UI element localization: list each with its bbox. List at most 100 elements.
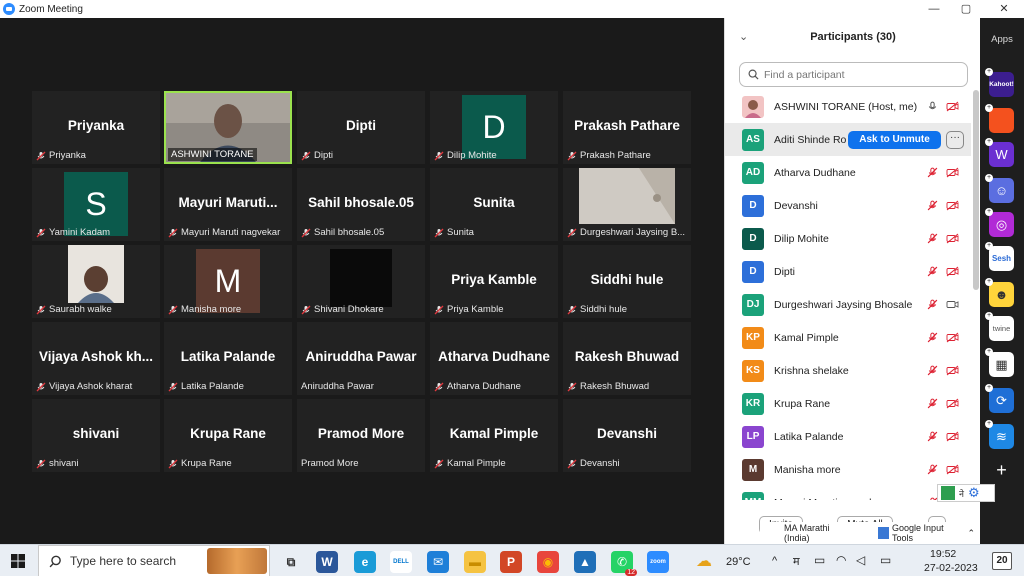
weather-icon[interactable]: ☁ <box>696 551 712 571</box>
video-off-icon[interactable] <box>946 398 959 409</box>
gear-icon[interactable]: ⚙ <box>968 485 980 501</box>
minimize-button[interactable]: — <box>916 0 952 18</box>
task-view-icon[interactable]: ⧉ <box>280 551 302 573</box>
video-tile[interactable]: shivani shivani <box>32 399 160 472</box>
clock-date[interactable]: 27-02-2023 <box>924 562 978 574</box>
participant-row[interactable]: KS Krishna shelake <box>725 354 971 387</box>
chrome-icon[interactable]: ◉ <box>537 551 559 573</box>
participant-row[interactable]: D Dilip Mohite <box>725 222 971 255</box>
video-off-icon[interactable] <box>946 464 959 475</box>
ask-to-unmute-button[interactable]: Ask to Unmute <box>848 130 941 149</box>
wifi-icon[interactable]: ◠ <box>836 553 846 567</box>
maximize-button[interactable]: ▢ <box>948 0 984 18</box>
script-char[interactable]: ने <box>959 487 964 500</box>
video-tile[interactable]: Sahil bhosale.05 Sahil bhosale.05 <box>297 168 425 241</box>
muted-mic-icon[interactable] <box>927 200 938 211</box>
video-tile[interactable]: Krupa Rane Krupa Rane <box>164 399 292 472</box>
smile-icon[interactable]: ☺ + <box>985 174 1014 203</box>
video-tile[interactable]: Shivani Dhokare <box>297 245 425 318</box>
mail-icon[interactable]: ✉ <box>427 551 449 573</box>
video-off-icon[interactable] <box>946 266 959 277</box>
mic-on-icon[interactable] <box>927 101 938 112</box>
muted-mic-icon[interactable] <box>927 365 938 376</box>
sesh-icon[interactable]: Sesh + <box>985 242 1014 271</box>
participant-row[interactable]: KP Kamal Pimple <box>725 321 971 354</box>
photos-icon[interactable]: ▲ <box>574 551 596 573</box>
whatsapp-icon[interactable]: ✆ 12 <box>611 551 637 576</box>
video-off-icon[interactable] <box>946 101 959 112</box>
wooclap-icon[interactable]: W + <box>985 138 1014 167</box>
zoom-taskbar-icon[interactable]: zoom <box>647 551 669 573</box>
video-off-icon[interactable] <box>946 431 959 442</box>
clock-time[interactable]: 19:52 <box>930 548 956 560</box>
video-tile[interactable]: Atharva Dudhane Atharva Dudhane <box>430 322 558 395</box>
muted-mic-icon[interactable] <box>927 431 938 442</box>
close-button[interactable]: ✕ <box>986 0 1022 18</box>
emoji-icon[interactable]: ☻ + <box>985 278 1014 307</box>
video-tile[interactable]: Devanshi Devanshi <box>563 399 691 472</box>
ime-indicator[interactable]: म <box>793 554 800 569</box>
muted-mic-icon[interactable] <box>927 167 938 178</box>
muted-mic-icon[interactable] <box>927 398 938 409</box>
video-tile[interactable]: Rakesh Bhuwad Rakesh Bhuwad <box>563 322 691 395</box>
video-on-icon[interactable] <box>946 299 959 310</box>
twine-icon[interactable]: twine + <box>985 312 1014 341</box>
notification-center-icon[interactable]: 20 <box>992 552 1012 570</box>
grid-app-icon[interactable]: ▦ + <box>985 348 1014 377</box>
video-tile[interactable]: Sunita Sunita <box>430 168 558 241</box>
muted-mic-icon[interactable] <box>927 233 938 244</box>
speaker-icon[interactable]: ◁ <box>856 553 865 567</box>
muted-mic-icon[interactable] <box>927 332 938 343</box>
video-tile[interactable]: Dipti Dipti <box>297 91 425 164</box>
participant-row[interactable]: D Dipti <box>725 255 971 288</box>
file-explorer-icon[interactable]: ▬ <box>464 551 486 573</box>
weather-temp[interactable]: 29°C <box>726 556 751 568</box>
muted-mic-icon[interactable] <box>927 266 938 277</box>
video-off-icon[interactable] <box>946 167 959 178</box>
radio-icon[interactable]: ◎ + <box>985 208 1014 237</box>
stack-icon[interactable]: ≋ + <box>985 420 1014 449</box>
chevron-icon[interactable]: ⌃ <box>967 528 975 539</box>
video-tile[interactable]: Pramod More Pramod More <box>297 399 425 472</box>
input-tool-label[interactable]: Google Input Tools <box>892 523 959 543</box>
participant-row[interactable]: LP Latika Palande <box>725 420 971 453</box>
edge-icon[interactable]: e <box>354 551 376 573</box>
video-off-icon[interactable] <box>946 233 959 244</box>
taskbar-search-box[interactable]: Type here to search <box>38 545 270 576</box>
video-tile[interactable]: Saurabh walke <box>32 245 160 318</box>
participant-row[interactable]: KR Krupa Rane <box>725 387 971 420</box>
participant-more-button[interactable]: ··· <box>946 130 964 149</box>
video-off-icon[interactable] <box>946 332 959 343</box>
caption-icon[interactable]: + <box>985 104 1014 133</box>
participant-row[interactable]: AS Aditi Shinde Ro Ask to Unmute ··· <box>725 123 971 156</box>
windows-start-icon[interactable] <box>11 554 25 568</box>
participant-search-input[interactable]: Find a participant <box>739 62 968 87</box>
dell-icon[interactable]: DELL <box>390 551 412 573</box>
kahoot-icon[interactable]: Kahoot! + <box>985 68 1014 97</box>
muted-mic-icon[interactable] <box>927 299 938 310</box>
participant-row[interactable]: MM Mayuri Maruti nagvekar <box>725 486 971 500</box>
video-tile[interactable]: Mayuri Maruti... Mayuri Maruti nagvekar <box>164 168 292 241</box>
video-off-icon[interactable] <box>946 200 959 211</box>
word-icon[interactable]: W <box>316 551 338 573</box>
video-tile[interactable]: Durgeshwari Jaysing B... <box>563 168 691 241</box>
participant-row[interactable]: M Manisha more <box>725 453 971 486</box>
show-hidden-icons[interactable]: ^ <box>772 555 777 567</box>
add-icon[interactable]: + <box>989 458 1014 483</box>
participant-row[interactable]: ASHWINI TORANE (Host, me) <box>725 90 971 123</box>
language-label[interactable]: MA Marathi (India) <box>784 523 850 543</box>
participant-row[interactable]: AD Atharva Dudhane <box>725 156 971 189</box>
input-tools-icon[interactable] <box>941 486 955 500</box>
video-tile[interactable]: Siddhi hule Siddhi hule <box>563 245 691 318</box>
video-tile[interactable]: Aniruddha Pawar Aniruddha Pawar <box>297 322 425 395</box>
video-tile[interactable]: Priya Kamble Priya Kamble <box>430 245 558 318</box>
video-tile[interactable]: Priyanka Priyanka <box>32 91 160 164</box>
video-tile[interactable]: ASHWINI TORANE <box>164 91 292 164</box>
powerpoint-icon[interactable]: P <box>500 551 522 573</box>
battery-icon[interactable]: ▭ <box>880 553 891 567</box>
video-tile[interactable]: S Yamini Kadam <box>32 168 160 241</box>
video-tile[interactable]: Prakash Pathare Prakash Pathare <box>563 91 691 164</box>
participant-row[interactable]: D Devanshi <box>725 189 971 222</box>
video-tile[interactable]: Kamal Pimple Kamal Pimple <box>430 399 558 472</box>
video-tile[interactable]: M Manisha more <box>164 245 292 318</box>
